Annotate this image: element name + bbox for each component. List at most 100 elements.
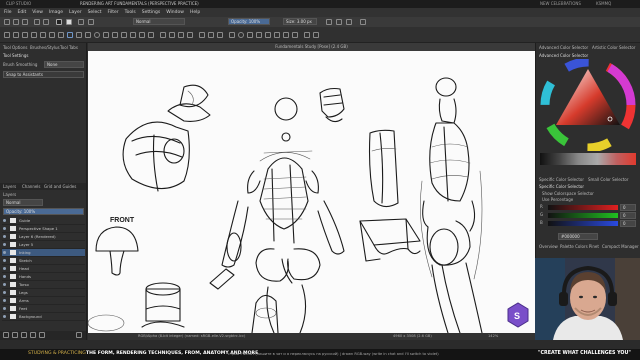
- drawing-canvas[interactable]: FRONT S: [87, 51, 535, 334]
- tab-tool-tabs[interactable]: Tool Tabs: [60, 45, 78, 50]
- hex-input[interactable]: #000000: [558, 233, 598, 240]
- eye-icon[interactable]: [3, 251, 6, 254]
- tab-artistic-color[interactable]: Artistic Color Selector: [592, 45, 635, 50]
- smart-patch-icon[interactable]: [187, 32, 193, 38]
- percentage-checkbox[interactable]: Use Percentage: [542, 197, 573, 202]
- eye-icon[interactable]: [3, 307, 6, 310]
- layer-row[interactable]: Sketch: [2, 257, 85, 265]
- move-down-icon[interactable]: [30, 332, 36, 338]
- refresh-icon[interactable]: [360, 19, 366, 25]
- ellipse-tool-icon[interactable]: [94, 32, 100, 38]
- redo-icon[interactable]: [43, 19, 49, 25]
- freehand-path-icon[interactable]: [130, 32, 136, 38]
- blue-value[interactable]: 0: [620, 220, 636, 227]
- multibrush-icon[interactable]: [148, 32, 154, 38]
- eye-icon[interactable]: [3, 291, 6, 294]
- menu-select[interactable]: Select: [88, 10, 102, 15]
- pattern-icon[interactable]: [88, 19, 94, 25]
- brush-smoothing-select[interactable]: None: [44, 61, 84, 68]
- menu-tools[interactable]: Tools: [125, 10, 136, 15]
- bezier-select-icon[interactable]: [283, 32, 289, 38]
- edit-shapes-icon[interactable]: [49, 32, 55, 38]
- tab-small-color[interactable]: Small Color Selector: [588, 177, 629, 182]
- eye-icon[interactable]: [3, 267, 6, 270]
- menu-view[interactable]: View: [32, 10, 43, 15]
- colorize-mask-icon[interactable]: [178, 32, 184, 38]
- tab-grid-guides[interactable]: Grid and Guides: [44, 184, 76, 189]
- tab-tool-options[interactable]: Tool Options: [3, 45, 27, 50]
- add-layer-icon[interactable]: [3, 332, 9, 338]
- menu-window[interactable]: Window: [166, 10, 184, 15]
- menu-edit[interactable]: Edit: [18, 10, 27, 15]
- ellipse-select-icon[interactable]: [238, 32, 244, 38]
- fill-tool-icon[interactable]: [169, 32, 175, 38]
- lock-alpha-icon[interactable]: [346, 19, 352, 25]
- brush-tool-icon[interactable]: [67, 32, 73, 38]
- red-value[interactable]: 0: [620, 204, 636, 211]
- move-up-icon[interactable]: [21, 332, 27, 338]
- freehand-select-icon[interactable]: [256, 32, 262, 38]
- bg-color-swatch[interactable]: [66, 19, 72, 25]
- gradient-icon[interactable]: [78, 19, 84, 25]
- green-slider[interactable]: [548, 213, 618, 218]
- dynamic-brush-icon[interactable]: [139, 32, 145, 38]
- new-document-icon[interactable]: [4, 19, 10, 25]
- gradient-tool-icon[interactable]: [160, 32, 166, 38]
- menu-settings[interactable]: Settings: [142, 10, 160, 15]
- opacity-slider[interactable]: Opacity: 100%: [228, 18, 270, 25]
- similar-select-icon[interactable]: [274, 32, 280, 38]
- size-slider[interactable]: Size: 3.00 px: [283, 18, 317, 25]
- layer-row[interactable]: Legs: [2, 289, 85, 297]
- layer-row-selected[interactable]: Inking: [2, 249, 85, 257]
- zoom-label[interactable]: 142%: [488, 333, 498, 340]
- tab-palette[interactable]: Palette Colors Pinet: [560, 244, 599, 249]
- polygon-select-icon[interactable]: [247, 32, 253, 38]
- layer-row[interactable]: Perspective Shape 1: [2, 225, 85, 233]
- menu-layer[interactable]: Layer: [69, 10, 82, 15]
- eye-icon[interactable]: [3, 243, 6, 246]
- menu-file[interactable]: File: [4, 10, 12, 15]
- delete-layer-icon[interactable]: [76, 332, 82, 338]
- pan-tool-icon[interactable]: [313, 32, 319, 38]
- calligraphy-icon[interactable]: [58, 32, 64, 38]
- zoom-tool-icon[interactable]: [304, 32, 310, 38]
- text-tool-icon[interactable]: [40, 32, 46, 38]
- layer-row[interactable]: Hands: [2, 273, 85, 281]
- tab-advanced-color[interactable]: Advanced Color Selector: [539, 45, 588, 50]
- menu-image[interactable]: Image: [49, 10, 63, 15]
- layer-properties-icon[interactable]: [39, 332, 45, 338]
- layer-row[interactable]: Feet: [2, 305, 85, 313]
- snap-to-assistants-checkbox[interactable]: Snap to Assistants: [3, 71, 84, 78]
- eye-icon[interactable]: [3, 219, 6, 222]
- eye-icon[interactable]: [3, 315, 6, 318]
- layer-row[interactable]: Head: [2, 265, 85, 273]
- mirror-icon[interactable]: [326, 19, 332, 25]
- polygon-tool-icon[interactable]: [103, 32, 109, 38]
- polyline-tool-icon[interactable]: [112, 32, 118, 38]
- magnetic-select-icon[interactable]: [292, 32, 298, 38]
- tab-specific-color[interactable]: Specific Color Selector: [539, 177, 584, 182]
- save-icon[interactable]: [22, 19, 28, 25]
- bezier-tool-icon[interactable]: [121, 32, 127, 38]
- select-tool-icon[interactable]: [4, 32, 10, 38]
- line-tool-icon[interactable]: [76, 32, 82, 38]
- assistant-tool-icon[interactable]: [199, 32, 205, 38]
- tab-brushes-stylus[interactable]: Brushes/Stylus: [30, 45, 60, 50]
- blend-mode-select[interactable]: Normal: [133, 18, 185, 25]
- open-icon[interactable]: [13, 19, 19, 25]
- eye-icon[interactable]: [3, 259, 6, 262]
- layer-row[interactable]: Torso: [2, 281, 85, 289]
- red-slider[interactable]: [548, 205, 618, 210]
- layer-blend-select[interactable]: Normal: [3, 199, 43, 206]
- layer-opacity-slider[interactable]: Opacity: 100%: [3, 208, 84, 215]
- eye-icon[interactable]: [3, 227, 6, 230]
- fg-color-swatch[interactable]: [56, 19, 62, 25]
- reference-tool-icon[interactable]: [217, 32, 223, 38]
- duplicate-layer-icon[interactable]: [12, 332, 18, 338]
- tab-layers[interactable]: Layers: [3, 184, 16, 189]
- layer-row[interactable]: Background: [2, 313, 85, 321]
- menu-filter[interactable]: Filter: [107, 10, 118, 15]
- layer-row[interactable]: Guide: [2, 217, 85, 225]
- green-value[interactable]: 0: [620, 212, 636, 219]
- eye-icon[interactable]: [3, 275, 6, 278]
